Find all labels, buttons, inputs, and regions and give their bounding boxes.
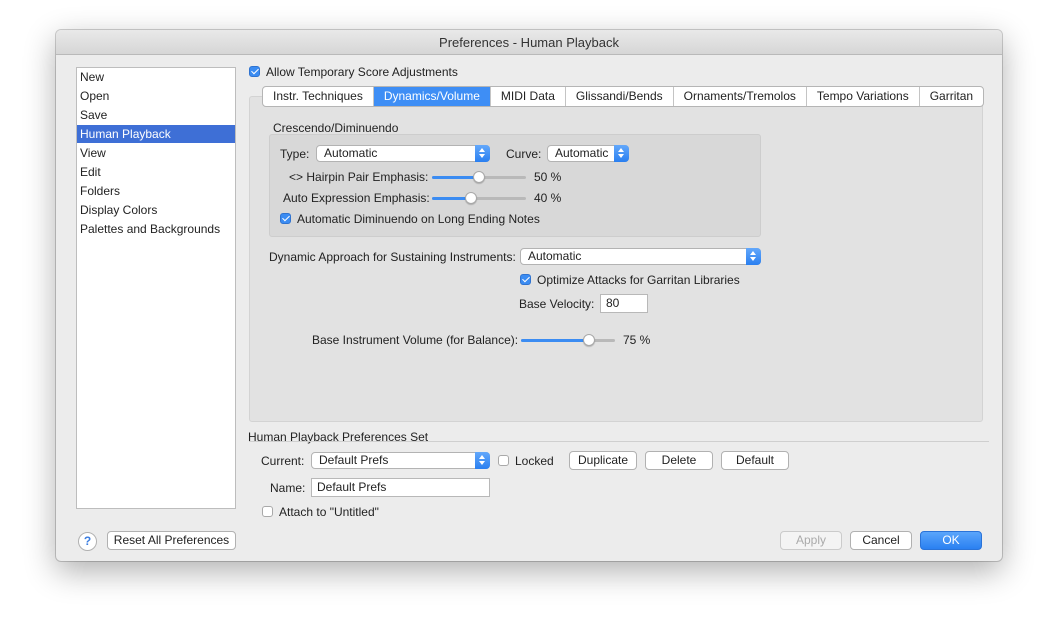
sidebar-item-save[interactable]: Save bbox=[77, 106, 235, 124]
allow-temp-checkbox[interactable] bbox=[249, 66, 260, 77]
sidebar-item-human-playback[interactable]: Human Playback bbox=[77, 125, 235, 143]
optimize-attacks-checkbox[interactable] bbox=[520, 274, 531, 285]
tab-ornaments-tremolos[interactable]: Ornaments/Tremolos bbox=[674, 87, 807, 106]
dynamic-approach-popup[interactable]: Automatic bbox=[520, 248, 761, 265]
type-popup-arrows-icon bbox=[475, 145, 490, 162]
hairpin-label: <> Hairpin Pair Emphasis: bbox=[289, 170, 429, 184]
curve-popup-arrows-icon bbox=[614, 145, 629, 162]
base-velocity-field[interactable]: 80 bbox=[600, 294, 648, 313]
current-prefs-popup[interactable]: Default Prefs bbox=[311, 452, 490, 469]
curve-value: Automatic bbox=[555, 146, 609, 160]
attach-untitled-checkbox[interactable] bbox=[262, 506, 273, 517]
delete-button[interactable]: Delete bbox=[645, 451, 713, 470]
tab-dynamics-volume[interactable]: Dynamics/Volume bbox=[373, 87, 491, 106]
sidebar-item-view[interactable]: View bbox=[77, 144, 235, 162]
type-value: Automatic bbox=[324, 146, 378, 160]
default-button[interactable]: Default bbox=[721, 451, 789, 470]
optimize-attacks-label: Optimize Attacks for Garritan Libraries bbox=[537, 273, 740, 287]
sidebar-item-display-colors[interactable]: Display Colors bbox=[77, 201, 235, 219]
allow-temp-label: Allow Temporary Score Adjustments bbox=[266, 65, 458, 79]
sidebar-list[interactable]: New Open Save Human Playback View Edit F… bbox=[76, 67, 236, 509]
hairpin-value: 50 % bbox=[534, 170, 562, 184]
ok-button[interactable]: OK bbox=[920, 531, 982, 550]
window-title: Preferences - Human Playback bbox=[56, 30, 1002, 55]
base-volume-value: 75 % bbox=[623, 333, 651, 347]
sidebar-item-palettes[interactable]: Palettes and Backgrounds bbox=[77, 220, 235, 238]
sidebar-item-folders[interactable]: Folders bbox=[77, 182, 235, 200]
curve-label: Curve: bbox=[506, 147, 542, 161]
curve-popup[interactable]: Automatic bbox=[547, 145, 629, 162]
crescendo-group-label: Crescendo/Diminuendo bbox=[273, 121, 399, 135]
tab-bar: Instr. Techniques Dynamics/Volume MIDI D… bbox=[262, 86, 985, 107]
type-popup[interactable]: Automatic bbox=[316, 145, 490, 162]
sidebar-item-edit[interactable]: Edit bbox=[77, 163, 235, 181]
cancel-button[interactable]: Cancel bbox=[850, 531, 912, 550]
preferences-window: Preferences - Human Playback New Open Sa… bbox=[56, 30, 1002, 561]
locked-checkbox[interactable] bbox=[498, 455, 509, 466]
hairpin-slider[interactable] bbox=[432, 170, 526, 184]
name-label: Name: bbox=[270, 481, 306, 495]
sidebar-item-open[interactable]: Open bbox=[77, 87, 235, 105]
base-velocity-label: Base Velocity: bbox=[519, 297, 595, 311]
sidebar-item-new[interactable]: New bbox=[77, 68, 235, 86]
current-prefs-arrows-icon bbox=[475, 452, 490, 469]
slider-knob[interactable] bbox=[464, 192, 477, 204]
name-field[interactable]: Default Prefs bbox=[311, 478, 490, 497]
auto-diminuendo-label: Automatic Diminuendo on Long Ending Note… bbox=[297, 212, 540, 226]
current-prefs-value: Default Prefs bbox=[319, 453, 389, 467]
auto-diminuendo-checkbox[interactable] bbox=[280, 213, 291, 224]
prefs-set-divider bbox=[249, 441, 989, 442]
slider-knob[interactable] bbox=[473, 171, 485, 183]
base-volume-slider[interactable] bbox=[521, 333, 615, 347]
base-volume-label: Base Instrument Volume (for Balance): bbox=[312, 333, 519, 347]
tab-instr-techniques[interactable]: Instr. Techniques bbox=[263, 87, 374, 106]
duplicate-button[interactable]: Duplicate bbox=[569, 451, 637, 470]
tab-midi-data[interactable]: MIDI Data bbox=[491, 87, 566, 106]
slider-knob[interactable] bbox=[582, 334, 595, 346]
auto-expression-slider[interactable] bbox=[432, 191, 526, 205]
auto-expression-label: Auto Expression Emphasis: bbox=[283, 191, 430, 205]
tab-tempo-variations[interactable]: Tempo Variations bbox=[807, 87, 920, 106]
current-label: Current: bbox=[261, 454, 305, 468]
tab-glissandi-bends[interactable]: Glissandi/Bends bbox=[566, 87, 674, 106]
dynamic-approach-arrows-icon bbox=[746, 248, 761, 265]
apply-button[interactable]: Apply bbox=[780, 531, 842, 550]
help-button[interactable]: ? bbox=[78, 532, 97, 551]
dynamic-approach-label: Dynamic Approach for Sustaining Instrume… bbox=[269, 250, 516, 264]
type-label: Type: bbox=[280, 147, 310, 161]
attach-untitled-label: Attach to "Untitled" bbox=[279, 505, 379, 519]
dynamic-approach-value: Automatic bbox=[528, 249, 582, 263]
locked-label: Locked bbox=[515, 454, 554, 468]
tab-garritan[interactable]: Garritan bbox=[920, 87, 983, 106]
auto-expression-value: 40 % bbox=[534, 191, 562, 205]
reset-all-preferences-button[interactable]: Reset All Preferences bbox=[107, 531, 236, 550]
